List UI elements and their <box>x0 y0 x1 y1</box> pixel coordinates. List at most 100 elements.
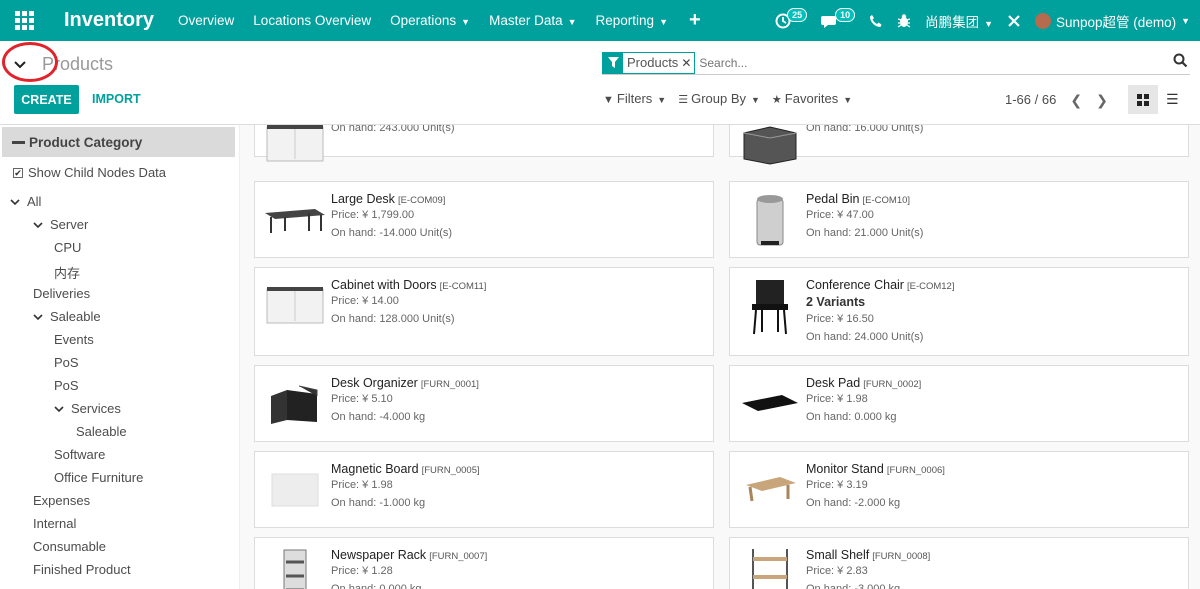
product-card[interactable]: Cabinet with Doors [E-COM11] Price: ¥ 14.0… <box>254 267 714 356</box>
product-card[interactable]: Monitor Stand [FURN_0006] Price: ¥ 3.19 On … <box>729 451 1189 528</box>
tree-item[interactable]: Consumable <box>33 539 106 554</box>
product-name: Large Desk [E-COM09] <box>331 192 446 206</box>
tree-item[interactable]: Services <box>54 401 121 416</box>
groupby-dropdown[interactable]: ☰ Group By ▼ <box>678 91 760 106</box>
search-icon[interactable] <box>1173 53 1188 72</box>
user-menu[interactable]: Sunpop超管 (demo) ▼ <box>1035 11 1190 31</box>
product-onhand: On hand: -14.000 Unit(s) <box>331 227 453 239</box>
quick-create-plus-icon[interactable]: + <box>689 9 701 32</box>
product-variants: 2 Variants <box>806 295 866 309</box>
tree-item[interactable]: Deliveries <box>33 286 90 301</box>
product-ref: [E-COM12] <box>906 281 955 292</box>
tree-item[interactable]: Saleable <box>33 309 101 324</box>
menu-master-data[interactable]: Master Data ▼ <box>489 13 576 28</box>
apps-menu-icon[interactable] <box>0 0 48 41</box>
product-price: Price: ¥ 16.50 <box>806 313 874 325</box>
create-button[interactable]: CREATE <box>14 85 79 114</box>
checkbox-checked-icon[interactable]: ✔ <box>13 167 23 178</box>
tree-item[interactable]: Saleable <box>76 424 127 439</box>
list-view-icon[interactable]: ☰ <box>1166 91 1179 108</box>
show-child-nodes-toggle[interactable]: ✔ Show Child Nodes Data <box>13 165 166 180</box>
product-ref: [FURN_0007] <box>429 551 488 562</box>
chevron-down-icon[interactable] <box>33 220 43 232</box>
product-price: Price: ¥ 1,799.00 <box>331 209 415 221</box>
rack-icon <box>263 546 327 589</box>
tree-item[interactable]: Office Furniture <box>54 470 143 485</box>
tools-cross-icon[interactable] <box>1007 14 1021 28</box>
import-button[interactable]: IMPORT <box>92 92 141 106</box>
menu-operations[interactable]: Operations ▼ <box>390 13 470 28</box>
product-card[interactable]: Desk Pad [FURN_0002] Price: ¥ 1.98 On hand:… <box>729 365 1189 442</box>
filters-dropdown[interactable]: ▼ Filters ▼ <box>603 91 666 106</box>
tree-item[interactable]: Software <box>54 447 105 462</box>
product-card[interactable]: Desk Organizer [FURN_0001] Price: ¥ 5.10 On… <box>254 365 714 442</box>
product-name: Monitor Stand [FURN_0006] <box>806 462 945 476</box>
product-card[interactable]: Conference Chair [E-COM12] 2 Variants Price… <box>729 267 1189 356</box>
caret-down-icon: ▼ <box>751 95 760 105</box>
product-card[interactable]: Magnetic Board [FURN_0005] Price: ¥ 1.98 On… <box>254 451 714 528</box>
product-ref: [E-COM10] <box>862 195 911 206</box>
menu-locations-overview[interactable]: Locations Overview <box>253 13 371 28</box>
product-name: Newspaper Rack [FURN_0007] <box>331 548 488 562</box>
chevron-down-icon[interactable] <box>33 312 43 324</box>
search-facet[interactable]: Products ✕ <box>602 51 696 74</box>
tree-item[interactable]: Expenses <box>33 493 90 508</box>
product-onhand: On hand: 24.000 Unit(s) <box>806 331 924 343</box>
search-input[interactable] <box>699 55 1173 70</box>
cabinet-icon <box>263 125 327 174</box>
search-options: ▼ Filters ▼ ☰ Group By ▼ ★ Favorites ▼ <box>603 91 852 106</box>
product-price: Price: ¥ 14.00 <box>331 295 399 307</box>
debug-bug-icon[interactable] <box>897 13 911 28</box>
product-card[interactable]: Large Desk [E-COM09] Price: ¥ 1,799.00 On h… <box>254 181 714 258</box>
product-ref: [FURN_0001] <box>420 379 479 390</box>
tree-item[interactable]: 内存 <box>54 263 80 282</box>
box-icon <box>738 125 802 174</box>
product-card[interactable]: Price: ¥ 320.00On hand: 243.000 Unit(s) <box>254 125 714 162</box>
activity-clock-icon[interactable]: 25 <box>775 7 808 29</box>
tree-item[interactable]: Events <box>54 332 94 347</box>
favorites-dropdown[interactable]: ★ Favorites ▼ <box>772 91 852 106</box>
filter-icon: ▼ <box>603 94 614 106</box>
chair-icon <box>738 276 802 336</box>
caret-down-icon: ▼ <box>1181 15 1190 26</box>
chevron-left-icon[interactable]: ❮ <box>1070 92 1082 109</box>
close-icon[interactable]: ✕ <box>681 56 694 70</box>
tree-item-label: Events <box>54 332 94 347</box>
company-switcher[interactable]: 尚鹏集团 ▼ <box>925 11 993 31</box>
tree-item-label: PoS <box>54 378 79 393</box>
kanban-view-button[interactable] <box>1128 85 1158 114</box>
tree-item[interactable]: PoS <box>54 378 79 393</box>
search-bar[interactable]: Products ✕ <box>602 51 1190 75</box>
tree-item[interactable]: Server <box>33 217 88 232</box>
product-price: Price: ¥ 2.83 <box>806 565 868 577</box>
chevron-down-icon[interactable] <box>10 197 20 209</box>
product-onhand: On hand: -2.000 kg <box>806 497 901 509</box>
tree-item-label: Server <box>50 217 89 232</box>
tree-item-label: Office Furniture <box>54 470 144 485</box>
activity-badge: 25 <box>787 7 808 22</box>
chevron-down-icon[interactable] <box>54 404 64 416</box>
product-card[interactable]: Pedal Bin [E-COM10] Price: ¥ 47.00 On hand:… <box>729 181 1189 258</box>
tree-item[interactable]: Finished Product <box>33 562 131 577</box>
filter-funnel-icon <box>603 52 623 73</box>
product-onhand: On hand: -4.000 kg <box>331 411 426 423</box>
tree-item[interactable]: CPU <box>54 240 81 255</box>
tree-item[interactable]: All <box>10 194 41 209</box>
tree-item[interactable]: PoS <box>54 355 79 370</box>
chevron-right-icon[interactable]: ❯ <box>1096 92 1108 109</box>
product-card[interactable]: Price: ¥ 79.00On hand: 16.000 Unit(s) <box>729 125 1189 165</box>
app-brand[interactable]: Inventory <box>64 9 154 32</box>
pager: 1-66 / 66 ❮ ❯ <box>1005 92 1108 109</box>
pager-value[interactable]: 1-66 / 66 <box>1005 92 1056 109</box>
menu-reporting[interactable]: Reporting ▼ <box>596 13 668 28</box>
product-card[interactable]: Small Shelf [FURN_0008] Price: ¥ 2.83 On ha… <box>729 537 1189 589</box>
tree-item[interactable]: Internal <box>33 516 76 531</box>
caret-down-icon: ▼ <box>567 17 577 27</box>
messages-chat-icon[interactable]: 10 <box>821 7 856 29</box>
product-card[interactable]: Newspaper Rack [FURN_0007] Price: ¥ 1.28 On… <box>254 537 714 589</box>
board-icon <box>263 460 327 520</box>
menu-overview[interactable]: Overview <box>178 13 234 28</box>
messages-badge: 10 <box>835 7 856 22</box>
product-name: Desk Organizer [FURN_0001] <box>331 376 479 390</box>
phone-icon[interactable] <box>869 14 883 28</box>
